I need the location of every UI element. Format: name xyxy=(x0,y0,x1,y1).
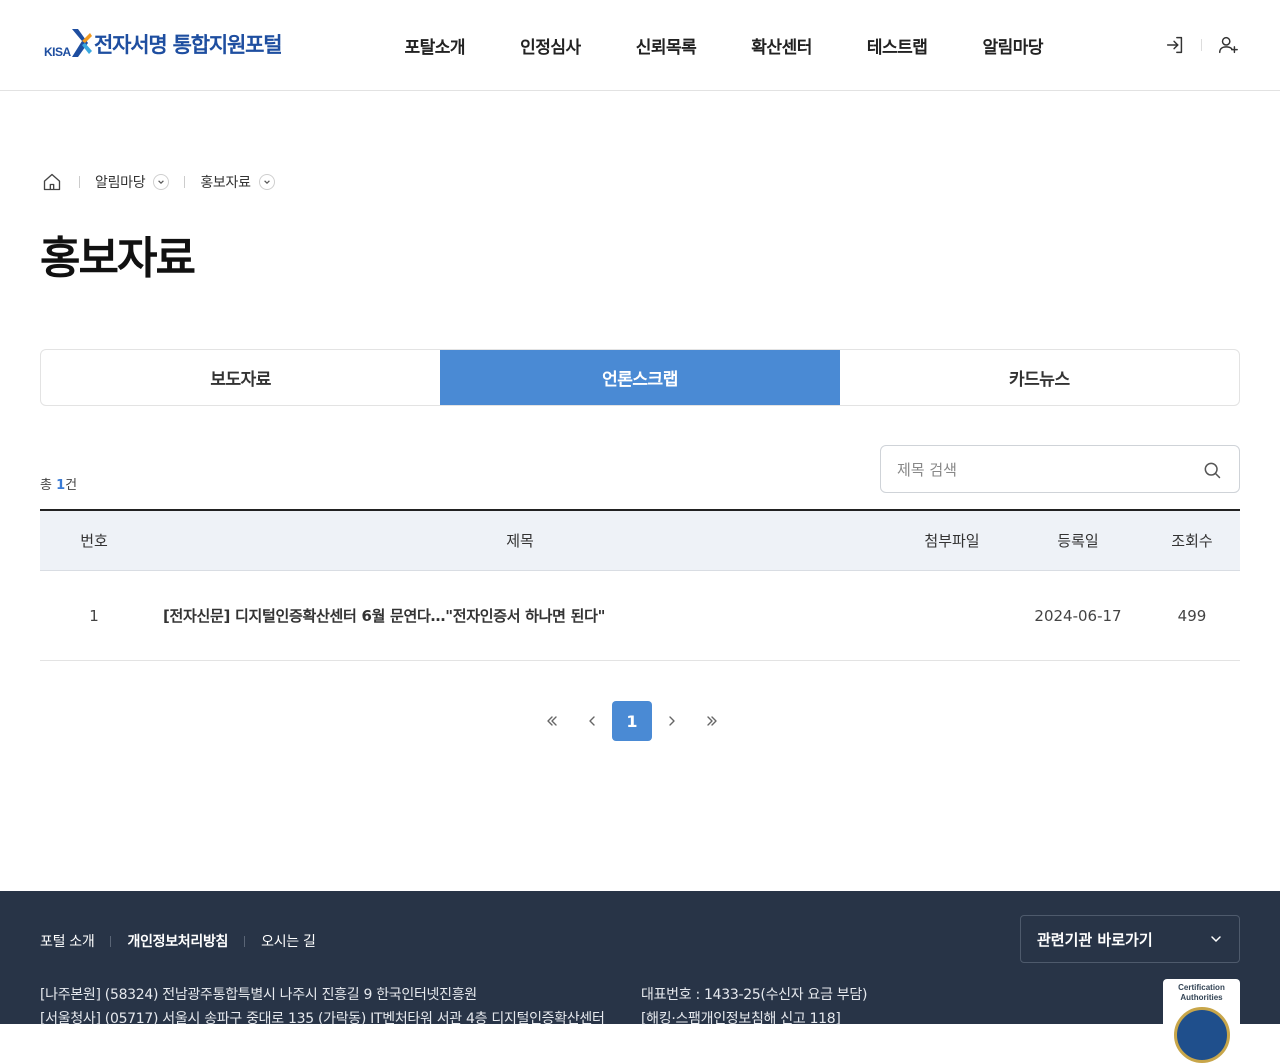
nav-item-notice[interactable]: 알림마당 xyxy=(955,33,1071,58)
nav-item-diffusion-center[interactable]: 확산센터 xyxy=(724,33,840,58)
site-logo[interactable]: KISA 전자서명 통합지원포털 xyxy=(44,27,283,61)
footer-phone: 대표번호 : 1433-25(수신자 요금 부담) xyxy=(641,987,868,1003)
footer-link-privacy-policy[interactable]: 개인정보처리방침 xyxy=(127,931,228,951)
page-title: 홍보자료 xyxy=(40,233,196,284)
related-sites-select[interactable]: 관련기관 바로가기 xyxy=(1020,915,1240,963)
chevron-down-icon[interactable] xyxy=(153,174,170,190)
kisa-logo-mark: KISA xyxy=(44,27,92,61)
row-title-link[interactable]: [전자신문] 디지털인증확산센터 6월 문연다…"전자인증서 하나면 된다" xyxy=(148,605,892,626)
site-header: KISA 전자서명 통합지원포털 포탈소개 인정심사 신뢰목록 확산센터 테스트… xyxy=(0,0,1280,91)
tab-press-release[interactable]: 보도자료 xyxy=(41,350,440,405)
main-nav: 포탈소개 인정심사 신뢰목록 확산센터 테스트랩 알림마당 xyxy=(377,0,1071,90)
prev-page-icon[interactable] xyxy=(572,701,612,741)
util-divider xyxy=(1201,39,1202,51)
nav-item-testlab[interactable]: 테스트랩 xyxy=(839,33,955,58)
certification-seal-icon xyxy=(1173,1007,1230,1063)
badge-text-line-2: Authorities xyxy=(1180,993,1223,1002)
footer-divider xyxy=(244,935,246,947)
nav-item-trust-list[interactable]: 신뢰목록 xyxy=(608,33,724,58)
badge-text-line-1: Certification xyxy=(1178,983,1225,992)
row-views: 499 xyxy=(1177,606,1207,625)
portal-name: 전자서명 통합지원포털 xyxy=(94,33,283,57)
site-footer: 포털 소개 개인정보처리방침 오시는 길 [나주본원] (58324) 전남광주… xyxy=(0,891,1280,1063)
page-number-current[interactable]: 1 xyxy=(612,701,652,741)
chevron-down-icon[interactable] xyxy=(258,174,275,190)
footer-link-portal-intro[interactable]: 포털 소개 xyxy=(40,931,95,951)
category-tabs: 보도자료 언론스크랩 카드뉴스 xyxy=(40,349,1240,406)
breadcrumb: 알림마당 홍보자료 xyxy=(40,170,275,194)
footer-link-directions[interactable]: 오시는 길 xyxy=(261,931,316,951)
signup-icon[interactable] xyxy=(1216,33,1240,57)
chevron-down-icon xyxy=(1209,932,1223,950)
col-header-file: 첨부파일 xyxy=(924,532,980,550)
col-header-title: 제목 xyxy=(506,532,534,550)
col-header-no: 번호 xyxy=(80,532,108,550)
related-sites-label: 관련기관 바로가기 xyxy=(1037,930,1153,949)
tab-card-news[interactable]: 카드뉴스 xyxy=(840,350,1239,405)
breadcrumb-divider xyxy=(79,176,80,188)
first-page-icon[interactable] xyxy=(532,701,572,741)
row-no: 1 xyxy=(89,606,99,625)
last-page-icon[interactable] xyxy=(692,701,732,741)
search-input[interactable] xyxy=(897,458,1187,482)
col-header-date: 등록일 xyxy=(1057,532,1099,550)
row-date: 2024-06-17 xyxy=(1034,606,1122,625)
count-prefix: 총 xyxy=(40,478,52,493)
breadcrumb-item-promo[interactable]: 홍보자료 xyxy=(200,172,275,192)
breadcrumb-item-notice[interactable]: 알림마당 xyxy=(95,172,170,192)
footer-divider xyxy=(110,935,112,947)
nav-item-portal-intro[interactable]: 포탈소개 xyxy=(377,33,493,58)
kisa-logo-text: KISA xyxy=(44,45,71,59)
breadcrumb-divider xyxy=(184,176,186,188)
breadcrumb-item-label: 홍보자료 xyxy=(200,175,251,191)
breadcrumb-item-label: 알림마당 xyxy=(95,175,146,191)
total-count: 총 1건 xyxy=(40,474,77,493)
pagination: 1 xyxy=(532,701,732,741)
certification-badge: Certification Authorities xyxy=(1163,979,1240,1063)
kisa-swoosh-icon xyxy=(72,29,92,57)
footer-report: [해킹·스팸개인정보침해 신고 118] xyxy=(641,1011,841,1027)
tab-press-scrap[interactable]: 언론스크랩 xyxy=(440,350,840,405)
count-suffix: 건 xyxy=(65,478,78,493)
board-table: 번호 제목 첨부파일 등록일 조회수 1 [전자신문] 디지털인증확산센터 6월… xyxy=(40,509,1240,661)
search-icon[interactable] xyxy=(1201,459,1223,481)
nav-item-accreditation[interactable]: 인정심사 xyxy=(493,33,609,58)
next-page-icon[interactable] xyxy=(652,701,692,741)
header-utility xyxy=(1163,33,1240,57)
col-header-views: 조회수 xyxy=(1171,532,1213,550)
table-header: 번호 제목 첨부파일 등록일 조회수 xyxy=(40,511,1240,571)
table-row[interactable]: 1 [전자신문] 디지털인증확산센터 6월 문연다…"전자인증서 하나면 된다"… xyxy=(40,571,1240,661)
footer-address-naju: [나주본원] (58324) 전남광주통합특별시 나주시 진흥길 9 한국인터넷… xyxy=(40,987,477,1003)
login-icon[interactable] xyxy=(1163,33,1187,57)
count-value: 1 xyxy=(56,478,66,493)
home-icon[interactable] xyxy=(40,170,64,194)
search-box xyxy=(880,445,1240,493)
footer-links: 포털 소개 개인정보처리방침 오시는 길 xyxy=(40,931,316,951)
footer-address-seoul: [서울청사] (05717) 서울시 송파구 중대로 135 (가락동) IT벤… xyxy=(40,1011,605,1027)
